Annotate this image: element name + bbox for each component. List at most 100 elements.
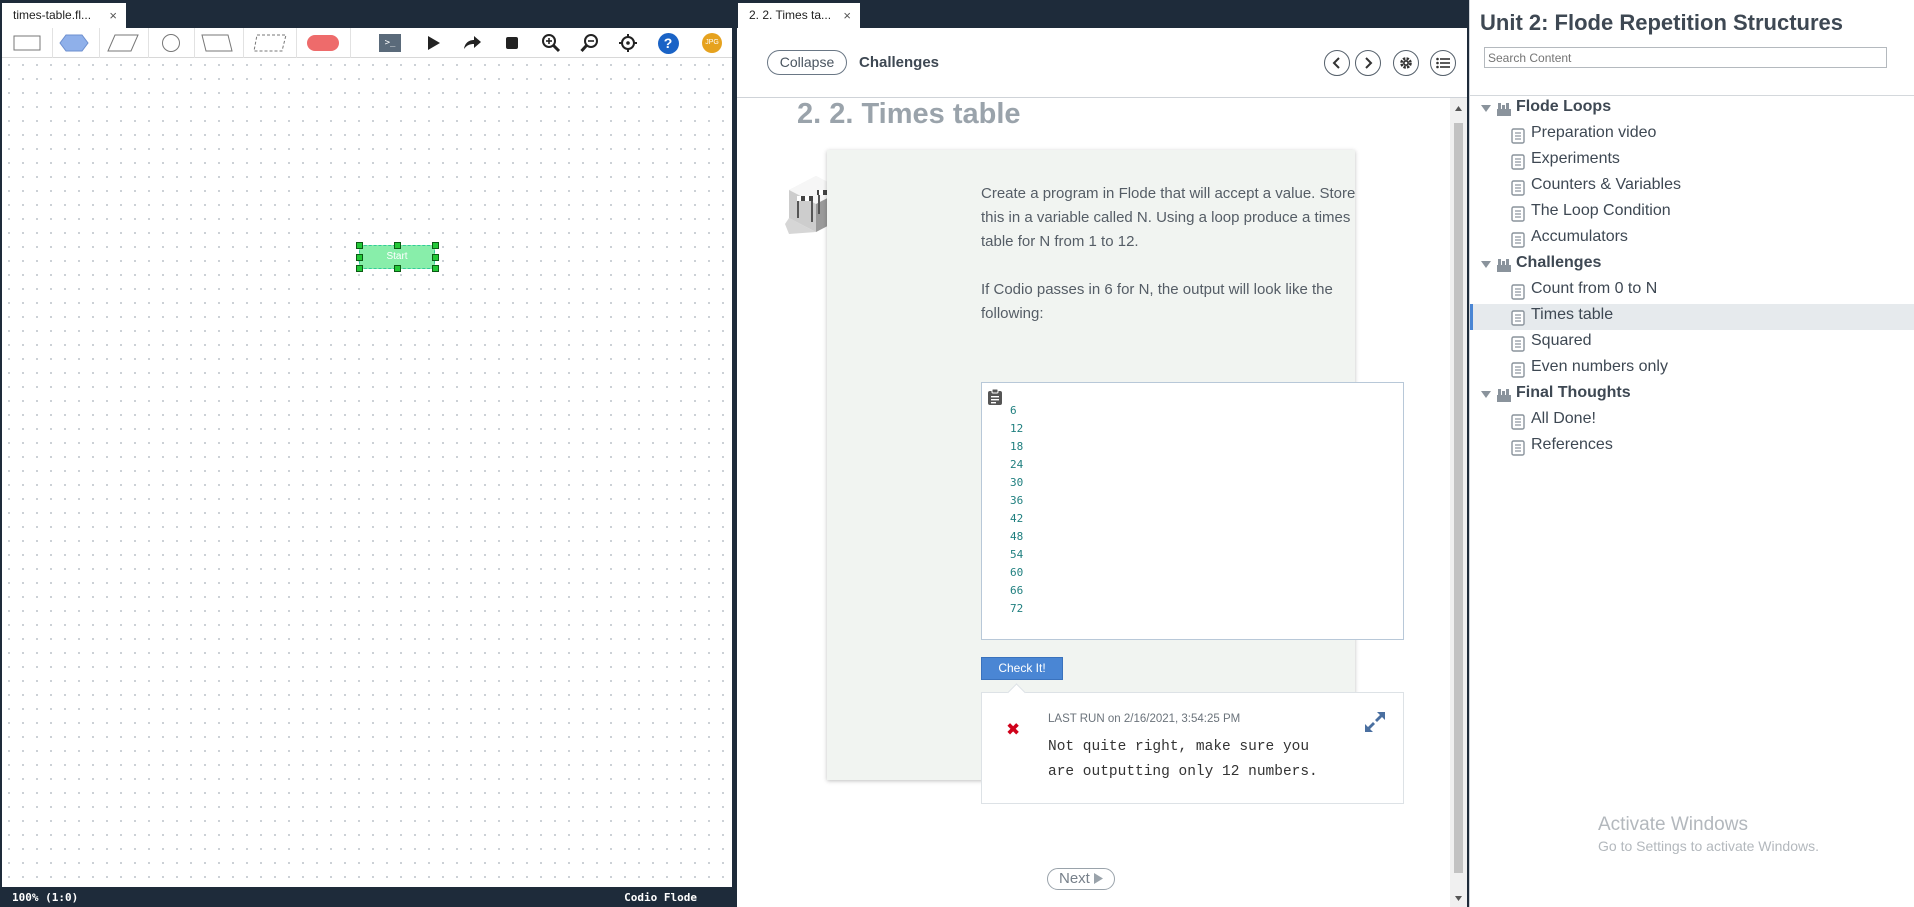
stop-button[interactable] (500, 33, 524, 53)
input-output-shape-tool[interactable] (107, 33, 139, 53)
toc-item-label: References (1531, 436, 1613, 453)
toc-item-label: All Done! (1531, 410, 1596, 427)
step-button[interactable] (460, 33, 484, 53)
flowchart-canvas[interactable]: Start (2, 58, 732, 887)
expand-triangle-icon[interactable] (1481, 390, 1491, 400)
output-line: 18 (1010, 440, 1024, 453)
next-page-button[interactable] (1355, 50, 1381, 76)
resize-handle[interactable] (356, 254, 363, 261)
resize-handle[interactable] (356, 265, 363, 272)
decision-shape-icon (59, 34, 89, 52)
start-node-label: Start (386, 251, 408, 262)
help-button[interactable]: ? (656, 32, 680, 54)
output-line: 30 (1010, 476, 1024, 489)
toc-item-label: Count from 0 to N (1531, 280, 1658, 297)
toc-item[interactable]: Even numbers only (1470, 356, 1914, 382)
editor-tab-times-table[interactable]: times-table.fl... × (2, 3, 126, 28)
editor-brand: Codio Flode (624, 891, 697, 904)
last-run-info: LAST RUN on 2/16/2021, 3:54:25 PM (1048, 713, 1240, 725)
document-shape-tool[interactable] (253, 33, 287, 53)
connector-shape-tool[interactable] (160, 33, 182, 53)
page-icon (1511, 414, 1525, 430)
center-button[interactable] (616, 33, 640, 53)
manual-input-shape-tool[interactable] (201, 33, 233, 53)
output-line: 60 (1010, 566, 1024, 579)
page-icon (1511, 154, 1525, 170)
output-line: 42 (1010, 512, 1024, 525)
watermark-title: Activate Windows (1598, 814, 1748, 835)
resize-handle[interactable] (356, 242, 363, 249)
editor-tab-close-icon[interactable]: × (109, 3, 117, 28)
scroll-down-icon[interactable] (1450, 891, 1467, 905)
decision-shape-tool[interactable] (59, 33, 89, 53)
toc-section-title: Final Thoughts (1516, 384, 1631, 401)
resize-handle[interactable] (432, 242, 439, 249)
expand-triangle-icon[interactable] (1481, 104, 1491, 114)
guide-tab-close-icon[interactable]: × (843, 3, 851, 28)
export-jpg-icon: JPG (702, 33, 722, 53)
list-icon (1436, 57, 1450, 69)
toc-section[interactable]: Challenges (1470, 252, 1914, 278)
check-it-button[interactable]: Check It! (981, 657, 1063, 680)
collapse-button[interactable]: Collapse (767, 50, 847, 75)
terminal-shape-tool[interactable] (306, 33, 340, 53)
toc-item[interactable]: Times table (1470, 304, 1914, 330)
toc-item[interactable]: Count from 0 to N (1470, 278, 1914, 304)
gear-icon (1400, 57, 1412, 69)
toc-section-title: Challenges (1516, 254, 1602, 271)
toc-item[interactable]: Squared (1470, 330, 1914, 356)
collapse-label: Collapse (779, 54, 835, 70)
guide-tab-times-table[interactable]: 2. 2. Times ta... × (738, 3, 860, 28)
resize-handle[interactable] (432, 265, 439, 272)
last-run-time: on 2/16/2021, 3:54:25 PM (1107, 713, 1241, 725)
run-button[interactable] (421, 33, 445, 53)
scroll-thumb[interactable] (1454, 123, 1463, 873)
resize-handle[interactable] (394, 242, 401, 249)
toc-item-label: Counters & Variables (1531, 176, 1681, 193)
zoom-in-button[interactable] (539, 33, 563, 53)
expand-triangle-icon[interactable] (1481, 260, 1491, 270)
expand-button[interactable] (1365, 712, 1385, 737)
page-icon (1511, 232, 1525, 248)
output-line: 12 (1010, 422, 1024, 435)
editor-status-bar: 100% (1:0) Codio Flode (2, 887, 732, 907)
process-shape-tool[interactable] (12, 33, 42, 53)
console-icon: >_ (379, 34, 401, 52)
search-input[interactable] (1484, 47, 1887, 68)
page-icon (1511, 310, 1525, 326)
play-icon (1094, 873, 1103, 884)
resize-handle[interactable] (432, 254, 439, 261)
export-jpg-button[interactable]: JPG (700, 33, 724, 53)
toc-item[interactable]: Accumulators (1470, 226, 1914, 252)
scroll-up-icon[interactable] (1450, 102, 1467, 116)
zoom-out-button[interactable] (578, 33, 602, 53)
previous-page-button[interactable] (1324, 50, 1350, 76)
settings-button[interactable] (1393, 50, 1419, 76)
toc-section[interactable]: Final Thoughts (1470, 382, 1914, 408)
fail-icon: ✖ (1006, 720, 1021, 739)
toc-item-label: Even numbers only (1531, 358, 1668, 375)
resize-handle[interactable] (394, 265, 401, 272)
toc-item-label: The Loop Condition (1531, 202, 1671, 219)
toc-item[interactable]: Counters & Variables (1470, 174, 1914, 200)
input-output-shape-icon (107, 34, 139, 52)
step-icon (464, 36, 481, 49)
copy-button[interactable] (986, 388, 1004, 411)
section-icon (1497, 103, 1511, 116)
toc-item[interactable]: Experiments (1470, 148, 1914, 174)
guide-scrollbar[interactable] (1450, 98, 1467, 907)
page-icon (1511, 440, 1525, 456)
toc-list-button[interactable] (1430, 50, 1456, 76)
console-button[interactable]: >_ (378, 33, 402, 53)
result-message-line: are outputting only 12 numbers. (1048, 764, 1318, 780)
toc-section[interactable]: Flode Loops (1470, 96, 1914, 122)
next-button[interactable]: Next (1047, 868, 1115, 890)
page-title: 2. 2. Times table (797, 98, 1021, 130)
guide-tab-bar: 2. 2. Times ta... × (737, 0, 1467, 28)
toc-item[interactable]: The Loop Condition (1470, 200, 1914, 226)
toc-item[interactable]: All Done! (1470, 408, 1914, 434)
document-shape-icon (253, 34, 287, 52)
process-shape-icon (13, 35, 41, 51)
toc-item[interactable]: Preparation video (1470, 122, 1914, 148)
toc-item[interactable]: References (1470, 434, 1914, 460)
